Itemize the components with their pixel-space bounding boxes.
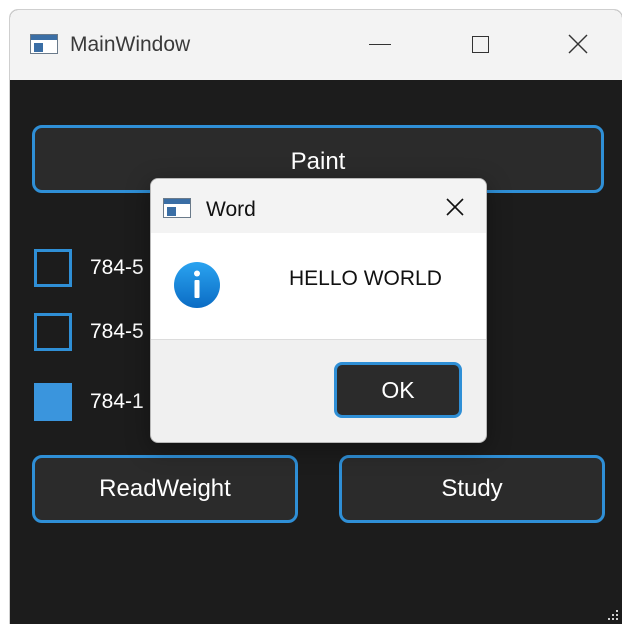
resize-grip[interactable]	[608, 610, 620, 622]
dialog-title: Word	[206, 198, 256, 221]
readweight-button[interactable]: ReadWeight	[32, 455, 298, 523]
dialog-close-button[interactable]	[439, 191, 471, 223]
window-title: MainWindow	[70, 33, 191, 56]
dialog-message: HELLO WORLD	[289, 267, 442, 290]
checkbox-label: 784-5	[90, 320, 144, 343]
close-button[interactable]	[558, 24, 598, 64]
checkbox[interactable]	[34, 313, 72, 351]
app-window-icon	[30, 34, 58, 54]
checkbox-label: 784-5	[90, 256, 144, 279]
checkbox-row[interactable]: 784-1	[34, 382, 144, 422]
close-icon	[446, 198, 464, 216]
minimize-button[interactable]	[360, 24, 400, 64]
study-button[interactable]: Study	[339, 455, 605, 523]
ok-button[interactable]: OK	[334, 362, 462, 418]
dialog-title-bar[interactable]: Word	[151, 179, 486, 233]
maximize-icon	[471, 35, 489, 53]
maximize-button[interactable]	[460, 24, 500, 64]
info-icon	[174, 262, 220, 308]
message-dialog: Word HELLO WORLD OK	[150, 178, 487, 443]
checkbox-checked[interactable]	[34, 383, 72, 421]
minimize-icon	[369, 43, 391, 45]
title-bar[interactable]: MainWindow	[10, 10, 622, 80]
close-icon	[568, 34, 588, 54]
dialog-window-icon	[163, 198, 191, 218]
checkbox-label: 784-1	[90, 390, 144, 413]
dialog-body: HELLO WORLD	[151, 233, 486, 339]
checkbox-row[interactable]: 784-5	[34, 248, 144, 288]
checkbox-row[interactable]: 784-5	[34, 312, 144, 352]
dialog-divider	[151, 339, 486, 340]
checkbox[interactable]	[34, 249, 72, 287]
